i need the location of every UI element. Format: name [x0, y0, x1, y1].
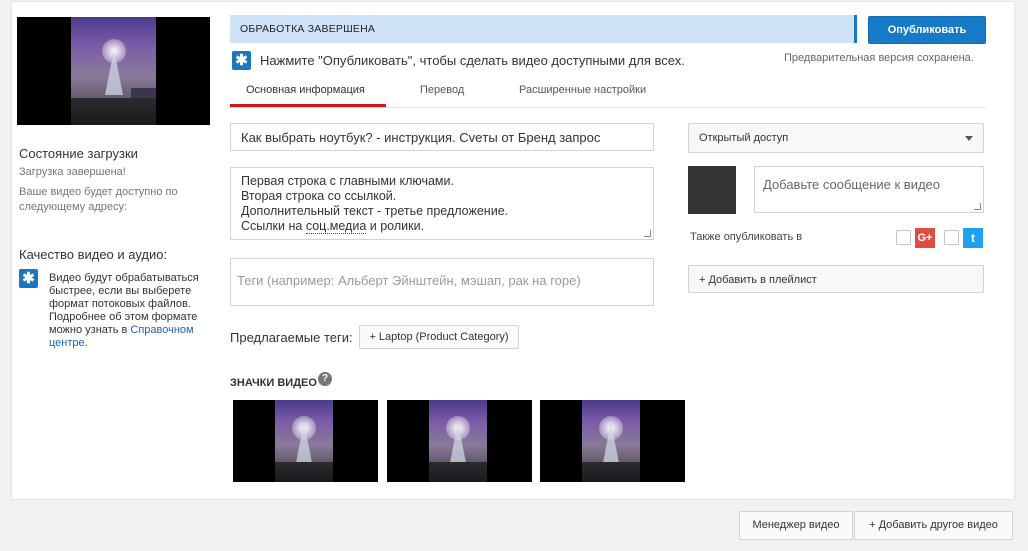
thumbnails-label: ЗНАЧКИ ВИДЕО	[230, 377, 317, 389]
also-publish-label: Также опубликовать в	[690, 231, 803, 243]
processing-status-text: ОБРАБОТКА ЗАВЕРШЕНА	[240, 23, 376, 35]
thumbnail-option-3[interactable]	[540, 400, 685, 482]
quality-info: Видео будут обрабатываться быстрее, если…	[49, 272, 199, 350]
tabs-bar: Основная информация Перевод Расширенные …	[230, 80, 986, 108]
description-line: Вторая строка со ссылкой.	[241, 189, 397, 203]
help-icon[interactable]: ?	[318, 372, 332, 386]
processing-status-bar: ОБРАБОТКА ЗАВЕРШЕНА	[230, 15, 857, 43]
tab-advanced-settings[interactable]: Расширенные настройки	[519, 84, 646, 96]
add-another-video-button[interactable]: + Добавить другое видео	[854, 511, 1013, 540]
suggested-tags-label: Предлагаемые теги:	[230, 330, 353, 345]
tags-input[interactable]: Теги (например: Альберт Эйнштейн, мэшап,…	[230, 258, 654, 306]
message-placeholder: Добавьте сообщение к видео	[763, 177, 940, 192]
description-line: Первая строка с главными ключами.	[241, 174, 454, 188]
resize-handle[interactable]	[974, 203, 981, 210]
help-link-suffix: .	[84, 337, 88, 349]
publish-hint: Нажмите "Опубликовать", чтобы сделать ви…	[260, 53, 685, 68]
message-input[interactable]: Добавьте сообщение к видео	[754, 166, 984, 213]
suggested-tag-button[interactable]: + Laptop (Product Category)	[359, 325, 519, 349]
tab-translation[interactable]: Перевод	[420, 84, 464, 96]
hint-star-icon: ✱	[232, 51, 251, 70]
twitter-icon[interactable]: t	[963, 228, 983, 248]
description-textarea[interactable]: Первая строка с главными ключами. Вторая…	[230, 167, 654, 240]
title-input[interactable]: Как выбрать ноутбук? - инструкция. Сveты…	[230, 123, 654, 151]
twitter-checkbox[interactable]	[944, 230, 959, 245]
tab-basic-info[interactable]: Основная информация	[246, 84, 365, 96]
chevron-down-icon	[965, 136, 973, 141]
thumbnail-option-2[interactable]	[387, 400, 532, 482]
gplus-checkbox[interactable]	[896, 230, 911, 245]
available-at-text: Ваше видео будет доступно по следующему …	[19, 186, 178, 213]
privacy-dropdown[interactable]: Открытый доступ	[688, 123, 984, 153]
description-line: Дополнительный текст - третье предложени…	[241, 204, 509, 218]
active-tab-indicator	[230, 104, 386, 107]
info-star-icon: ✱	[19, 269, 38, 288]
upload-status-title: Состояние загрузки	[19, 146, 138, 161]
publish-button[interactable]: Опубликовать	[868, 16, 986, 44]
video-manager-button[interactable]: Менеджер видео	[739, 511, 853, 540]
description-line: Ссылки на соц.медиа и ролики.	[241, 219, 425, 234]
add-to-playlist-button[interactable]: + Добавить в плейлист	[688, 265, 984, 293]
privacy-value: Открытый доступ	[699, 132, 789, 144]
quality-title: Качество видео и аудио:	[19, 247, 168, 262]
google-plus-icon[interactable]: G+	[915, 228, 935, 248]
video-preview[interactable]	[17, 17, 210, 125]
preview-frame	[71, 17, 156, 125]
draft-saved-text: Предварительная версия сохранена.	[784, 52, 974, 64]
thumbnail-option-1[interactable]	[233, 400, 378, 482]
avatar	[688, 166, 736, 214]
upload-complete-text: Загрузка завершена!	[19, 166, 126, 178]
resize-handle[interactable]	[644, 230, 651, 237]
